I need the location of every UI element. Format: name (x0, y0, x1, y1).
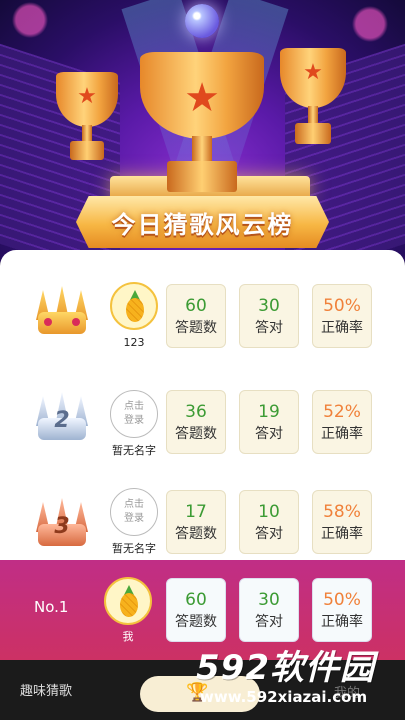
watermark-logo: 592软件园 (196, 648, 375, 688)
pineapple-icon (120, 585, 138, 617)
ranking-card: 123 60 答题数 30 答对 50% 正确率 2 点击 登录 暂无名字 36 答题数 … (0, 250, 405, 570)
small-trophy-right-icon: ★ (280, 48, 346, 144)
banner-title: 今日猜歌风云榜 (111, 210, 294, 239)
stat-answered: 36 答题数 (166, 390, 226, 454)
username: 暂无名字 (112, 444, 156, 457)
my-rank: No.1 (34, 598, 69, 616)
gold-crown-icon (34, 286, 90, 340)
ranking-row-1: 123 60 答题数 30 答对 50% 正确率 (0, 272, 405, 368)
avatar[interactable] (110, 282, 158, 330)
disco-ball-icon (185, 4, 219, 38)
bronze-crown-icon: 3 (34, 498, 90, 552)
silver-crown-icon: 2 (34, 392, 90, 446)
ranking-row-2: 2 点击 登录 暂无名字 36 答题数 19 答对 52% 正确率 (0, 378, 405, 474)
watermark-url: www.592xiazai.com (200, 688, 368, 706)
hero-banner: ★ ★ ★ 今日猜歌风云榜 (0, 0, 405, 262)
nav-tab-guess[interactable]: 趣味猜歌 (20, 680, 72, 699)
stat-accuracy: 58% 正确率 (312, 490, 372, 554)
main-trophy-icon: ★ (140, 52, 264, 192)
my-avatar[interactable] (104, 577, 152, 625)
my-name: 我 (122, 630, 134, 643)
stat-correct: 19 答对 (239, 390, 299, 454)
stat-correct: 30 答对 (239, 284, 299, 348)
pineapple-icon (126, 290, 144, 322)
stat-answered: 60 答题数 (166, 284, 226, 348)
my-stat-accuracy: 50% 正确率 (312, 578, 372, 642)
watermark: 592软件园 www.592xiazai.com (196, 640, 401, 716)
username: 暂无名字 (112, 542, 156, 555)
login-avatar-button[interactable]: 点击 登录 (110, 488, 158, 536)
small-trophy-left-icon: ★ (56, 72, 118, 160)
username: 123 (123, 336, 145, 349)
login-avatar-button[interactable]: 点击 登录 (110, 390, 158, 438)
stat-accuracy: 50% 正确率 (312, 284, 372, 348)
stat-answered: 17 答题数 (166, 490, 226, 554)
my-stat-correct: 30 答对 (239, 578, 299, 642)
stat-accuracy: 52% 正确率 (312, 390, 372, 454)
stat-correct: 10 答对 (239, 490, 299, 554)
my-stat-answered: 60 答题数 (166, 578, 226, 642)
